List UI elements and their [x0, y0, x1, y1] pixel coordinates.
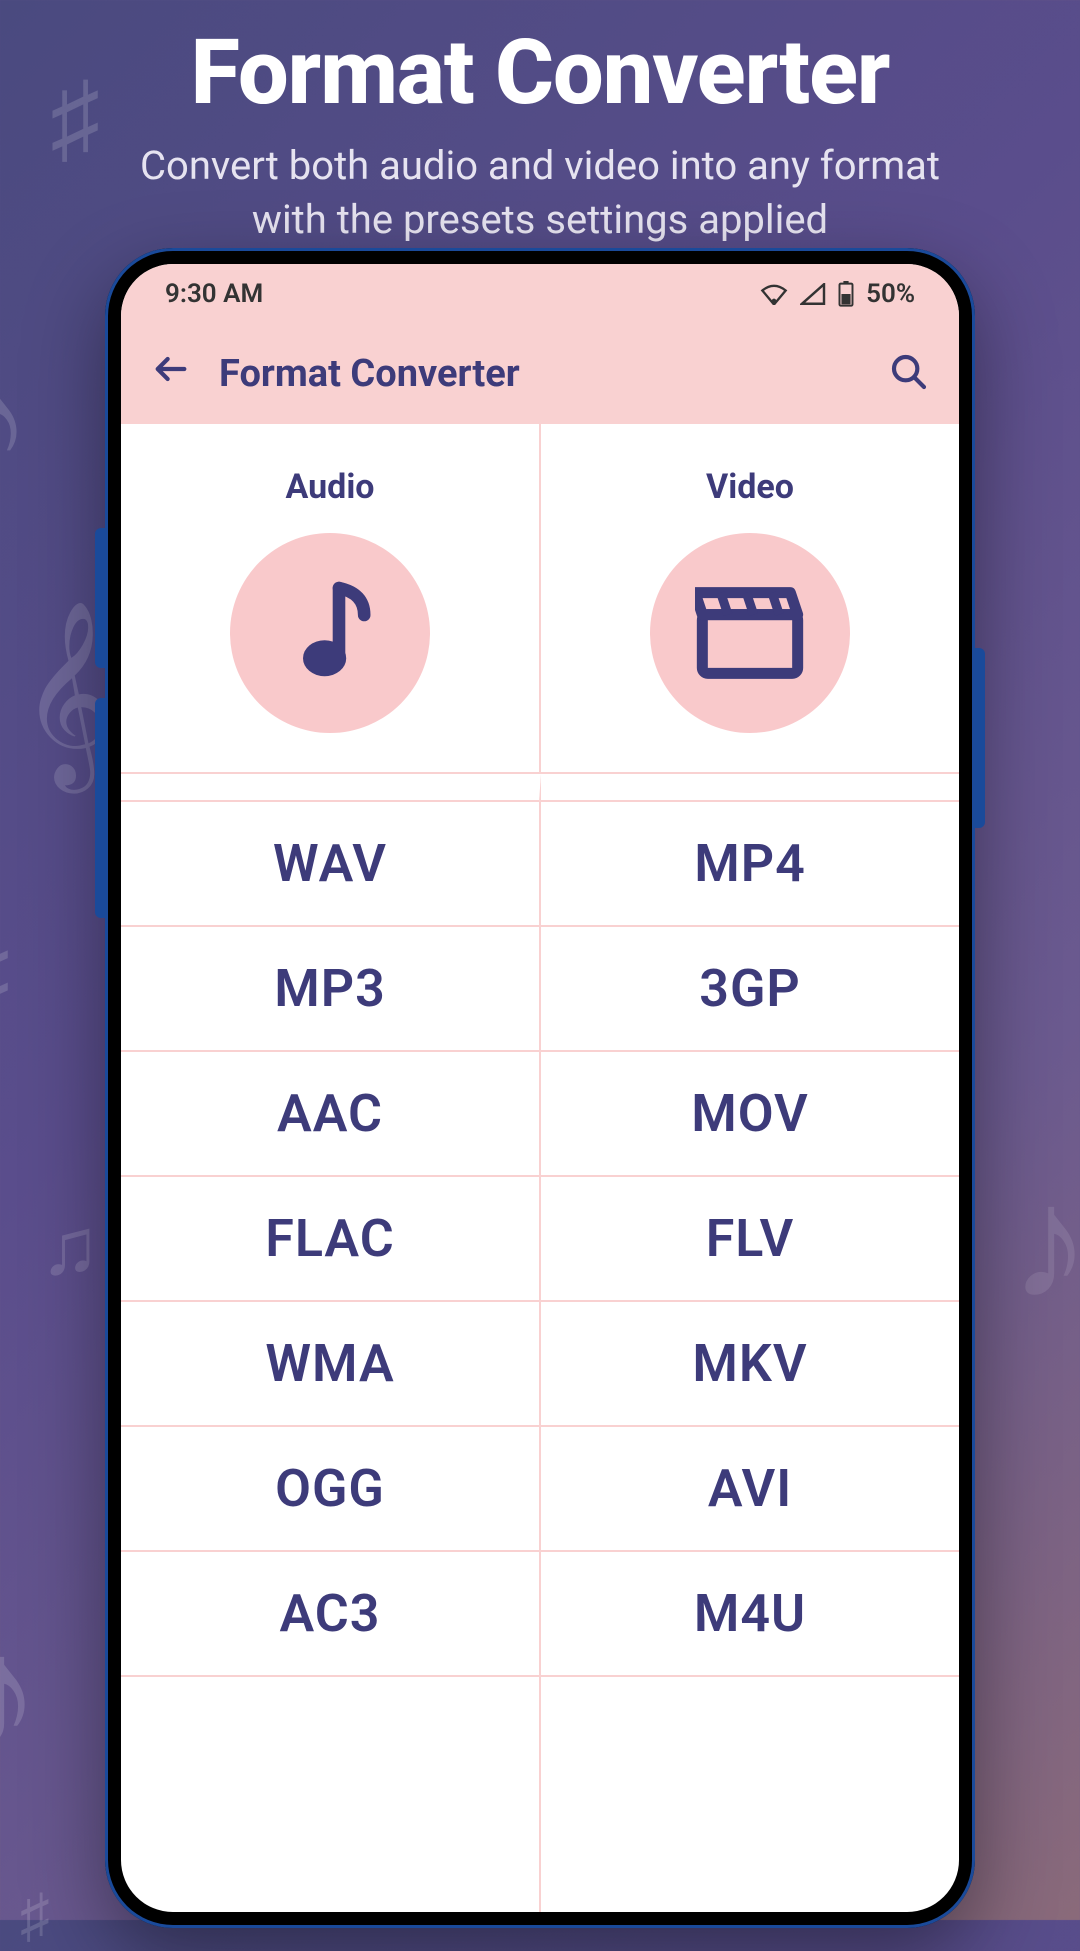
- format-item-flac[interactable]: FLAC: [121, 1175, 539, 1302]
- video-formats-column: MP43GPMOVFLVMKVAVIM4U: [541, 774, 959, 1912]
- battery-icon: [838, 281, 854, 307]
- format-item-wma[interactable]: WMA: [121, 1300, 539, 1427]
- music-note-icon: [285, 578, 375, 688]
- formats-grid: WAVMP3AACFLACWMAOGGAC3 MP43GPMOVFLVMKVAV…: [121, 774, 959, 1912]
- signal-icon: [800, 283, 826, 305]
- bg-hash-icon: ♯: [0, 920, 10, 1037]
- bg-hash-icon: ♯: [20, 1880, 50, 1951]
- bg-note-icon: ♪: [0, 340, 30, 504]
- phone-frame: 9:30 AM 50% Format Converter Audio: [105, 248, 975, 1928]
- bg-note-icon: ♪: [0, 1600, 40, 1787]
- audio-circle: [230, 533, 430, 733]
- status-time: 9:30 AM: [165, 279, 263, 309]
- status-bar: 9:30 AM 50%: [121, 264, 959, 324]
- clapperboard-icon: [695, 583, 805, 683]
- app-title: Format Converter: [219, 352, 889, 396]
- format-item-wav[interactable]: WAV: [121, 800, 539, 927]
- category-video[interactable]: Video: [541, 424, 959, 772]
- search-icon[interactable]: [889, 352, 929, 396]
- format-item-mp3[interactable]: MP3: [121, 925, 539, 1052]
- video-circle: [650, 533, 850, 733]
- format-item-aac[interactable]: AAC: [121, 1050, 539, 1177]
- format-item-3gp[interactable]: 3GP: [541, 925, 959, 1052]
- bg-note-icon: ♪: [1010, 1150, 1080, 1337]
- format-item-m4u[interactable]: M4U: [541, 1550, 959, 1677]
- category-video-label: Video: [706, 467, 794, 507]
- format-item-ac3[interactable]: AC3: [121, 1550, 539, 1677]
- format-item-mkv[interactable]: MKV: [541, 1300, 959, 1427]
- wifi-icon: [760, 283, 788, 305]
- app-bar: Format Converter: [121, 324, 959, 424]
- format-item-avi[interactable]: AVI: [541, 1425, 959, 1552]
- audio-formats-column: WAVMP3AACFLACWMAOGGAC3: [121, 774, 541, 1912]
- hero-subtitle: Convert both audio and video into any fo…: [0, 125, 1080, 247]
- format-item-flv[interactable]: FLV: [541, 1175, 959, 1302]
- status-battery: 50%: [866, 279, 915, 309]
- phone-screen: 9:30 AM 50% Format Converter Audio: [121, 264, 959, 1912]
- bg-note-icon: ♫: [40, 1200, 100, 1294]
- format-item-mp4[interactable]: MP4: [541, 800, 959, 927]
- format-item-mov[interactable]: MOV: [541, 1050, 959, 1177]
- category-row: Audio Video: [121, 424, 959, 774]
- format-item-ogg[interactable]: OGG: [121, 1425, 539, 1552]
- hero-title: Format Converter: [0, 0, 1080, 125]
- category-audio-label: Audio: [285, 467, 374, 507]
- category-audio[interactable]: Audio: [121, 424, 541, 772]
- back-icon[interactable]: [151, 349, 191, 399]
